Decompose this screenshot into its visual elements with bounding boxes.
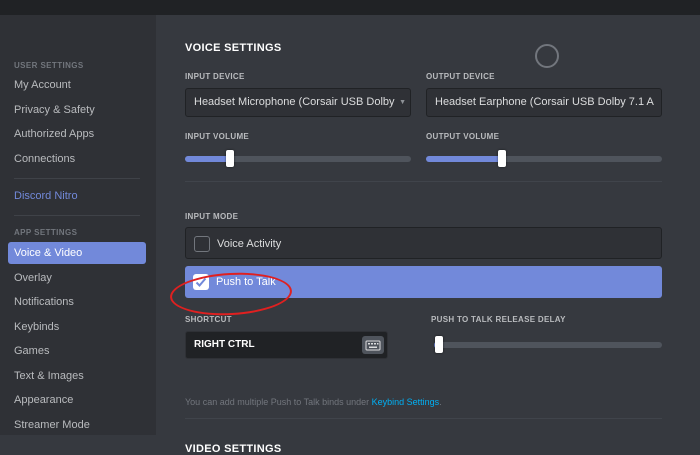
input-device-select[interactable]: Headset Microphone (Corsair USB Dolby ▼ [185, 88, 411, 117]
sidebar-divider [14, 215, 140, 216]
sidebar-item-voice-video[interactable]: Voice & Video [8, 242, 146, 264]
sidebar-item-my-account[interactable]: My Account [8, 74, 146, 96]
settings-content: VOICE SETTINGS INPUT DEVICE Headset Micr… [156, 15, 700, 455]
ptt-release-delay-knob[interactable] [435, 336, 443, 353]
sidebar-item-text-images[interactable]: Text & Images [8, 365, 146, 387]
input-volume-label: INPUT VOLUME [185, 132, 250, 141]
voice-settings-title: VOICE SETTINGS [185, 42, 282, 54]
sidebar-item-discord-nitro[interactable]: Discord Nitro [8, 185, 146, 207]
user-settings-header: USER SETTINGS [14, 61, 84, 70]
record-keybind-button[interactable] [362, 336, 384, 354]
keybind-hint: You can add multiple Push to Talk binds … [185, 397, 442, 407]
voice-activity-label: Voice Activity [217, 238, 282, 250]
input-volume-fill [185, 156, 230, 162]
sidebar-item-appearance[interactable]: Appearance [8, 389, 146, 411]
chevron-down-icon: ▼ [397, 89, 406, 116]
input-device-label: INPUT DEVICE [185, 72, 245, 81]
push-to-talk-option[interactable]: Push to Talk [185, 266, 662, 298]
keybind-settings-link[interactable]: Keybind Settings [372, 397, 440, 407]
hint-text: You can add multiple Push to Talk binds … [185, 397, 372, 407]
ptt-release-delay-slider[interactable] [434, 336, 662, 353]
sidebar-item-keybinds[interactable]: Keybinds [8, 316, 146, 338]
close-icon[interactable] [535, 44, 559, 68]
sidebar-item-streamer-mode[interactable]: Streamer Mode [8, 414, 146, 436]
sidebar-divider [14, 178, 140, 179]
hint-suffix: . [439, 397, 442, 407]
voice-activity-option[interactable]: Voice Activity [185, 227, 662, 259]
sidebar-item-games[interactable]: Games [8, 340, 146, 362]
shortcut-label: SHORTCUT [185, 315, 232, 324]
keyboard-icon [365, 340, 381, 351]
video-settings-title: VIDEO SETTINGS [185, 443, 282, 455]
app-settings-header: APP SETTINGS [14, 228, 78, 237]
output-volume-label: OUTPUT VOLUME [426, 132, 500, 141]
sidebar-item-overlay[interactable]: Overlay [8, 267, 146, 289]
shortcut-input[interactable]: RIGHT CTRL [185, 331, 388, 359]
output-volume-knob[interactable] [498, 150, 506, 167]
input-volume-slider[interactable] [185, 150, 411, 167]
sidebar-item-authorized-apps[interactable]: Authorized Apps [8, 123, 146, 145]
output-device-label: OUTPUT DEVICE [426, 72, 495, 81]
checkbox-unchecked[interactable] [194, 236, 210, 252]
sidebar-item-privacy-safety[interactable]: Privacy & Safety [8, 99, 146, 121]
shortcut-value: RIGHT CTRL [194, 339, 255, 350]
section-divider [185, 181, 662, 182]
output-device-value: Headset Earphone (Corsair USB Dolby 7.1 … [435, 96, 654, 108]
sidebar-item-connections[interactable]: Connections [8, 148, 146, 170]
title-bar [0, 0, 700, 15]
section-divider [185, 418, 662, 419]
sidebar-item-notifications[interactable]: Notifications [8, 291, 146, 313]
input-volume-knob[interactable] [226, 150, 234, 167]
push-to-talk-label: Push to Talk [216, 276, 276, 288]
output-device-select[interactable]: Headset Earphone (Corsair USB Dolby 7.1 … [426, 88, 662, 117]
input-device-value: Headset Microphone (Corsair USB Dolby [194, 96, 395, 108]
input-mode-label: INPUT MODE [185, 212, 239, 221]
settings-sidebar: USER SETTINGS My Account Privacy & Safet… [0, 15, 156, 435]
output-volume-fill [426, 156, 502, 162]
ptt-release-delay-label: PUSH TO TALK RELEASE DELAY [431, 315, 566, 324]
checkbox-checked[interactable] [193, 274, 209, 290]
output-volume-slider[interactable] [426, 150, 662, 167]
checkmark-icon [195, 277, 207, 287]
